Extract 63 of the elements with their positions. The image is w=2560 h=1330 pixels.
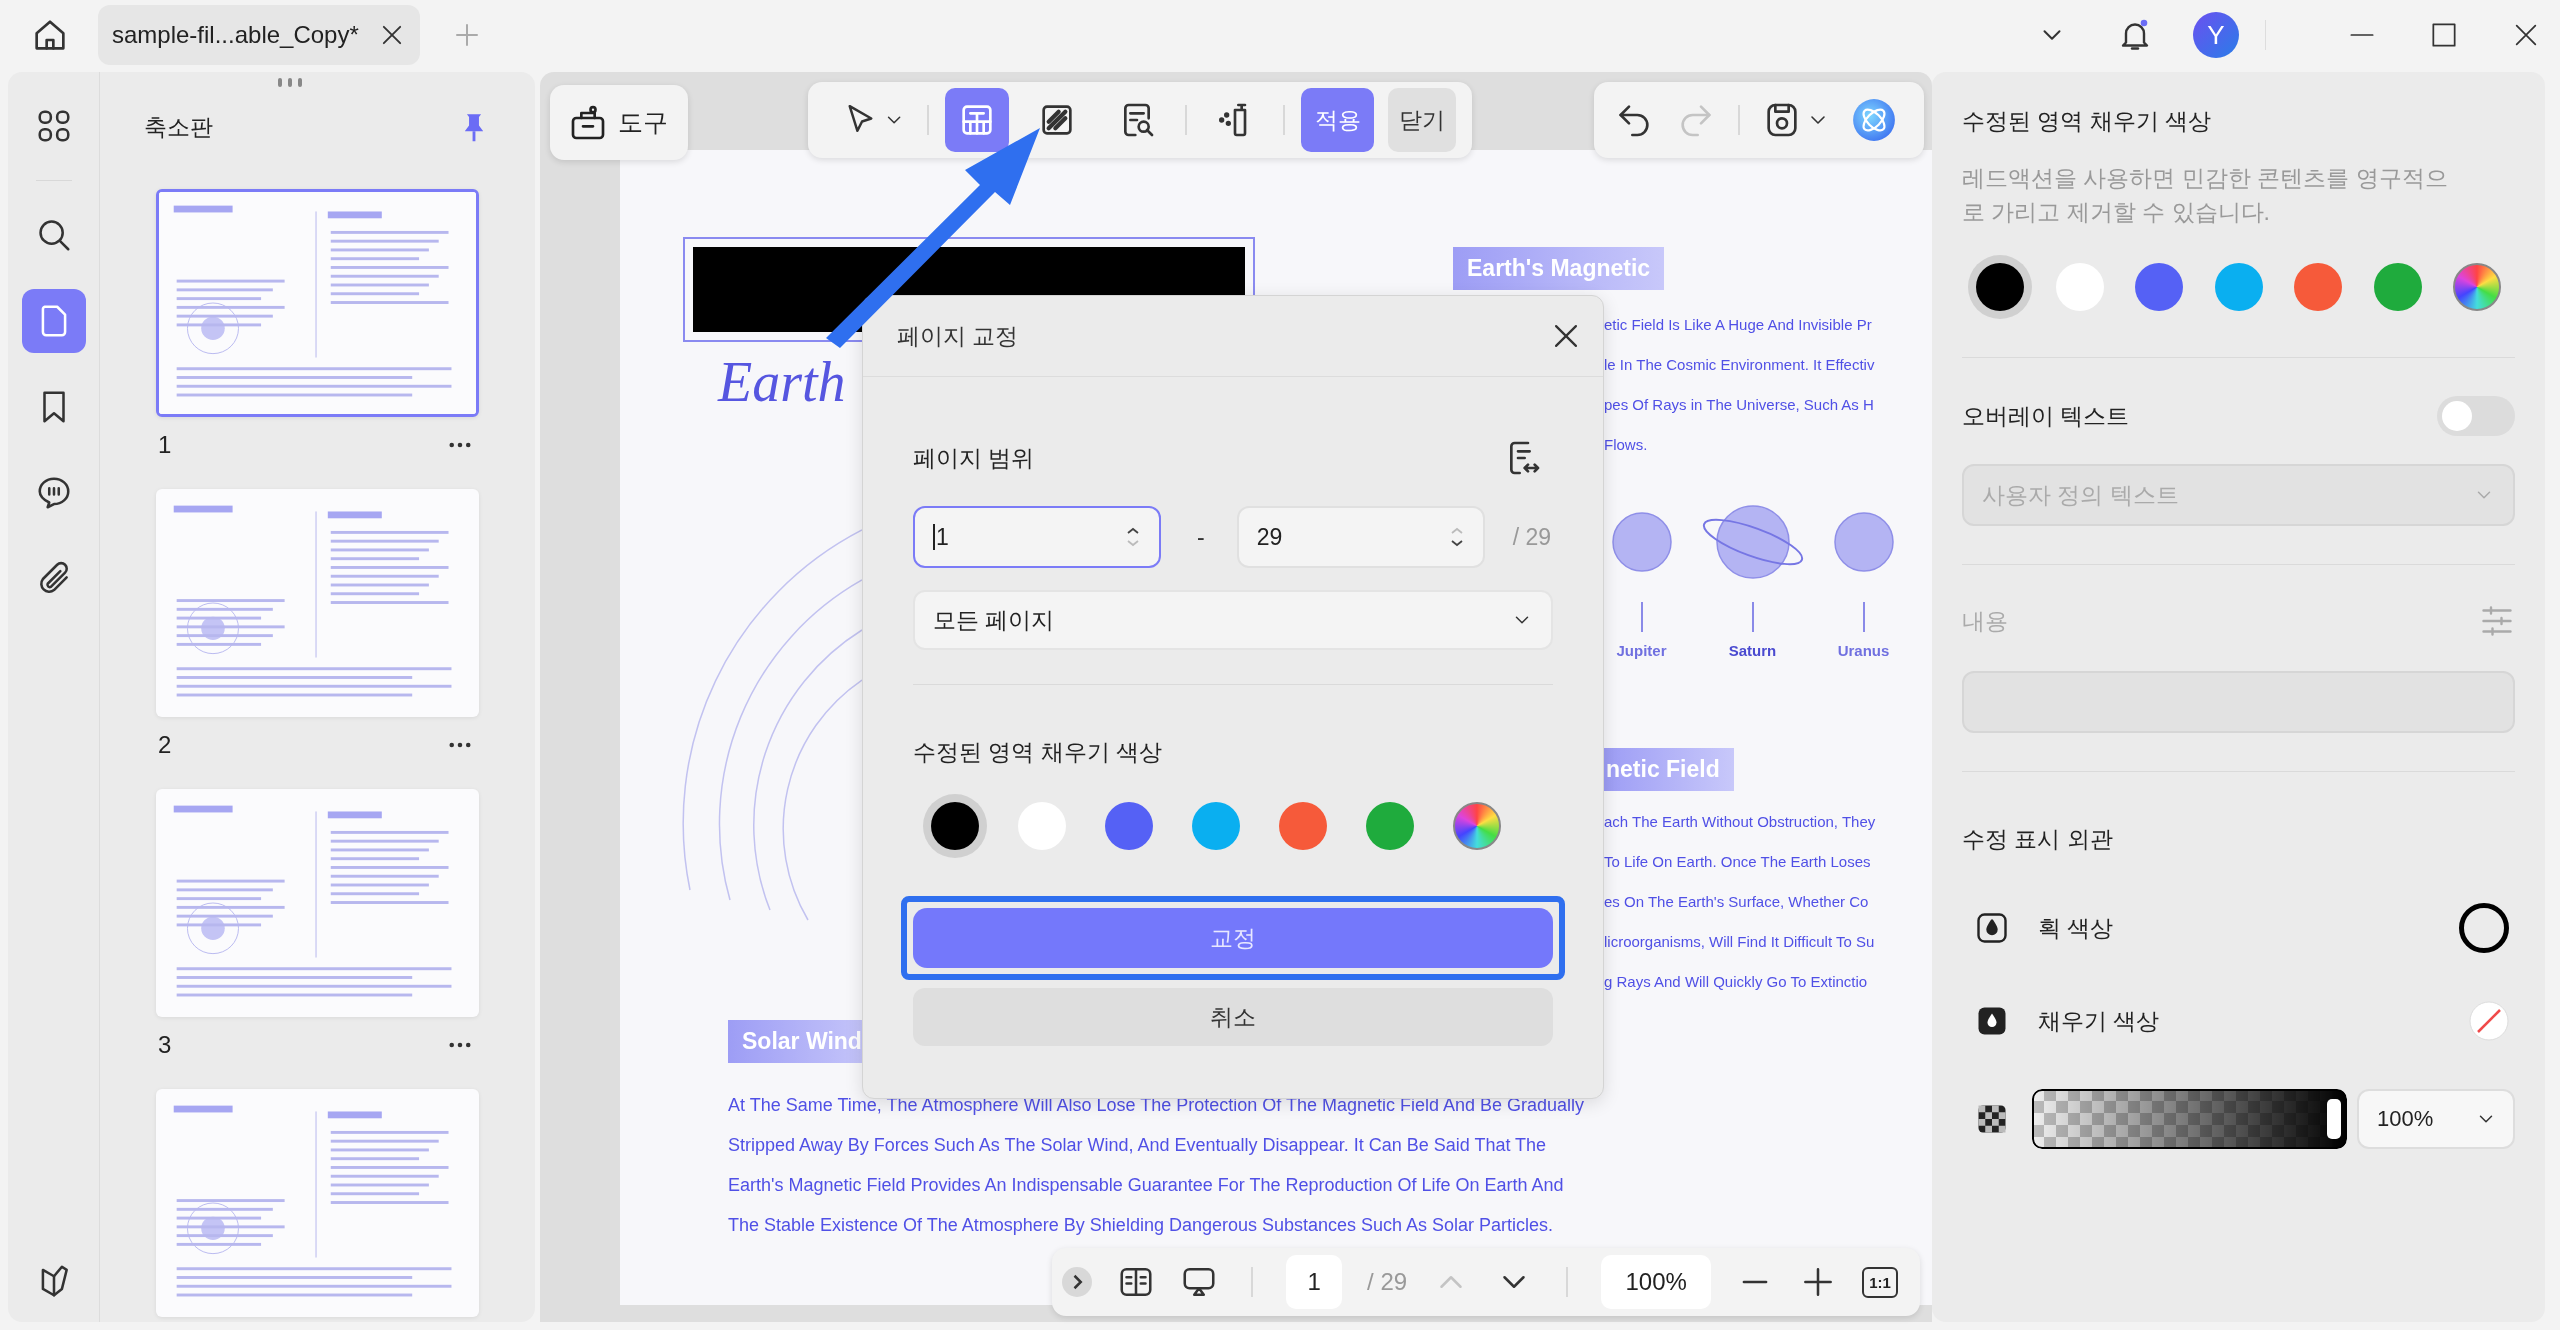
more-icon[interactable] <box>449 1042 471 1048</box>
sliders-icon[interactable] <box>2479 603 2515 639</box>
dialog-title: 페이지 교정 <box>897 321 1019 351</box>
planet-label: Jupiter <box>1616 642 1667 659</box>
content-label: 내용 <box>1962 606 2008 636</box>
zoom-field[interactable]: 100% <box>1601 1255 1712 1309</box>
text-line: pes Of Rays in The Universe, Such As H <box>1604 395 1875 415</box>
text-line: etic Field Is Like A Huge And Invisible Pr <box>1604 315 1873 335</box>
document-tab[interactable]: sample-fil...able_Copy* <box>98 5 420 65</box>
page-thumbnail[interactable] <box>156 789 479 1017</box>
text-line: Earth's Magnetic Field Provides An Indispensable Guarantee For The Reproduction Of Life On Earth And <box>728 1174 1565 1197</box>
page-number: 2 <box>158 731 172 759</box>
actual-size-button[interactable]: 1:1 <box>1862 1266 1898 1298</box>
close-button[interactable]: 닫기 <box>1388 88 1456 152</box>
cancel-button[interactable]: 취소 <box>913 988 1553 1046</box>
text-line: The Stable Existence Of The Atmosphere By Shielding Dangerous Substances Such As Solar Particles. <box>728 1214 1555 1237</box>
planet-label: Saturn <box>1728 642 1777 659</box>
section-title: 수정된 영역 채우기 색상 <box>1962 107 2213 136</box>
page-scope-dropdown[interactable]: 모든 페이지 <box>913 590 1553 650</box>
page-total: / 29 <box>1512 523 1552 551</box>
range-dash: - <box>1197 523 1205 551</box>
opacity-slider[interactable] <box>2032 1089 2347 1149</box>
section-heading: Earth's Magnetic <box>1453 247 1665 290</box>
fill-color-label: 수정된 영역 채우기 색상 <box>913 738 1164 767</box>
fill-color-label: 채우기 색상 <box>2038 1006 2160 1036</box>
end-page-field[interactable]: 29 <box>1236 506 1485 568</box>
page-thumbnail[interactable] <box>156 489 479 717</box>
text-line: es On The Earth's Surface, Whether Co <box>1604 892 1870 912</box>
more-icon[interactable] <box>449 442 471 448</box>
text-line: Flows. <box>1604 435 1649 455</box>
drag-handle[interactable] <box>278 78 302 87</box>
opacity-dropdown[interactable]: 100% <box>2357 1089 2515 1149</box>
planet-label: Uranus <box>1837 642 1890 659</box>
droplet-outline-icon <box>1974 910 2010 946</box>
text-line: To Life On Earth. Once The Earth Loses <box>1604 852 1872 872</box>
section-title: 수정 표시 외관 <box>1962 825 2114 854</box>
panel-title: 축소판 <box>144 112 213 142</box>
expand-icon[interactable] <box>1062 1267 1092 1297</box>
stroke-color-swatch[interactable] <box>2459 903 2509 953</box>
page-total: / 29 <box>1367 1268 1408 1296</box>
user-avatar[interactable]: Y <box>2193 12 2239 58</box>
text-line: Stripped Away By Forces Such As The Solar Wind, And Eventually Disappear. It Can Be Said That The <box>728 1134 1548 1157</box>
description-text: 레드액션을 사용하면 민감한 콘텐츠를 영구적으로 가리고 제거할 수 있습니다. <box>1962 164 2449 227</box>
text-line: le In The Cosmic Environment. It Effectiv <box>1604 355 1875 375</box>
page-range-label: 페이지 범위 <box>913 443 1035 473</box>
text-line: licroorganisms, Will Find It Difficult To Su <box>1604 932 1876 952</box>
more-icon[interactable] <box>449 742 471 748</box>
text-line: ach The Earth Without Obstruction, They <box>1604 812 1876 832</box>
page-number: 1 <box>158 431 172 459</box>
ai-assistant-icon[interactable] <box>1852 98 1896 142</box>
document-title: Earth <box>718 350 846 414</box>
stroke-color-label: 획 색상 <box>2038 913 2114 943</box>
no-color-swatch[interactable] <box>2469 1001 2509 1041</box>
overlay-text-label: 오버레이 텍스트 <box>1962 401 2130 431</box>
toggle-switch[interactable] <box>2437 396 2515 436</box>
page-thumbnail[interactable] <box>156 1089 479 1317</box>
tools-button[interactable]: 도구 <box>550 85 688 160</box>
page-number: 3 <box>158 1031 172 1059</box>
page-number-field[interactable]: 1 <box>1286 1255 1343 1309</box>
text-line: g Rays And Will Quickly Go To Extinctio <box>1604 972 1869 992</box>
section-heading: netic Field <box>1604 748 1734 791</box>
start-page-field[interactable]: 1 <box>913 506 1161 568</box>
page-thumbnail[interactable] <box>156 189 479 417</box>
